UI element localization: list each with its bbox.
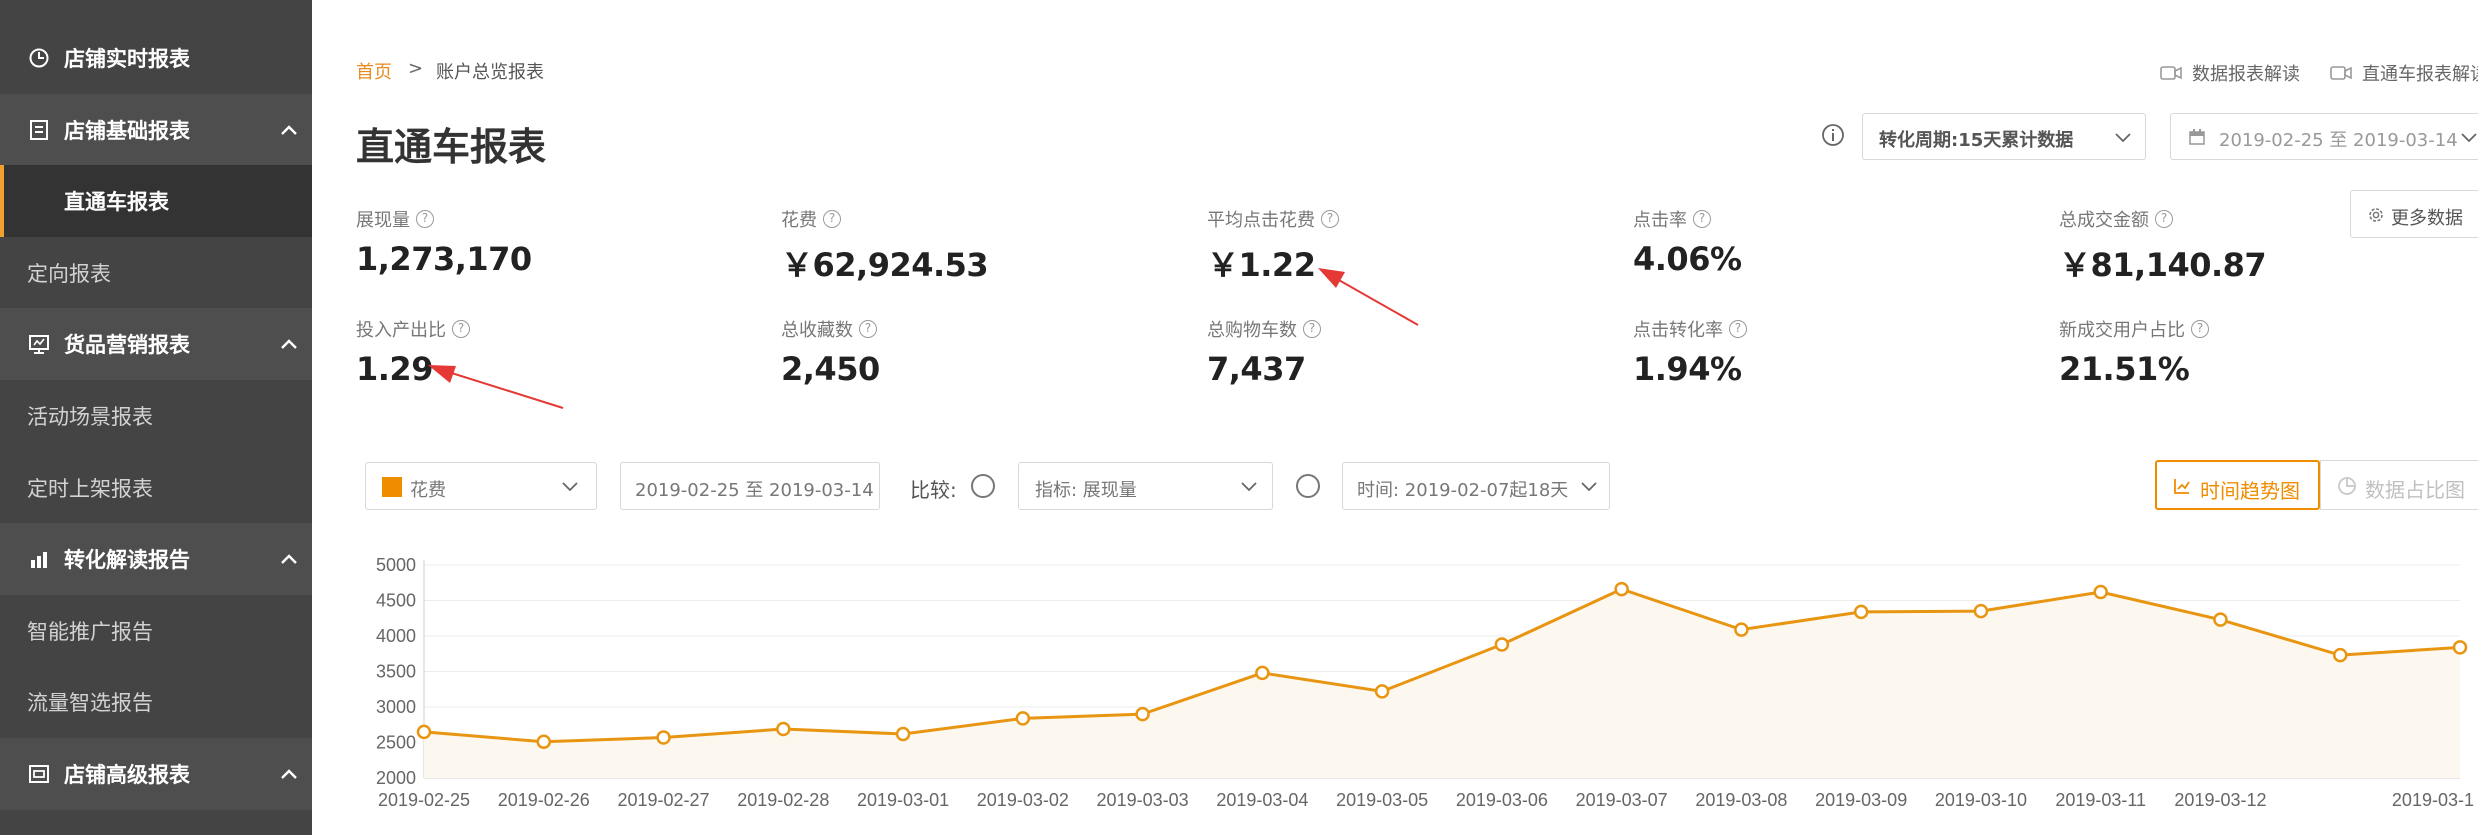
data-point [1614,581,1629,597]
series-area [424,589,2460,778]
y-tick-label: 4500 [376,591,416,611]
app-root: 店铺实时报表 店铺基础报表 直通车报表 定向报表 货品营销报表 活动场景报表 定时上架报表转… [0,0,2478,835]
y-tick-label: 3500 [376,662,416,682]
y-tick-label: 4000 [376,626,416,646]
y-tick-label: 5000 [376,555,416,575]
x-tick-label: 2019-03-02 [977,790,1069,810]
data-point [2452,640,2468,655]
data-point [416,724,432,740]
x-tick-label: 2019-02-26 [498,790,590,810]
x-tick-label: 2019-02-25 [378,790,470,810]
x-tick-label: 2019-03-07 [1576,790,1668,810]
data-point [1015,711,1031,726]
x-tick-label: 2019-03-08 [1695,790,1787,810]
data-point [2332,647,2348,663]
data-point [656,730,671,745]
x-tick-label: 2019-02-27 [617,790,709,810]
y-tick-label: 3000 [376,697,416,717]
x-tick-label: 2019-03-01 [857,790,949,810]
x-tick-label: 2019-03-06 [1456,790,1548,810]
data-point [1973,603,1989,619]
data-point [895,726,911,742]
y-tick-label: 2000 [376,768,416,788]
x-tick-label: 2019-03-09 [1815,790,1907,810]
x-tick-label: 2019-03-10 [1935,790,2027,810]
data-point [776,721,791,737]
trend-chart: 2000 2500 3000 3500 4000 4500 5000 2019-02-25 20… [376,555,2474,810]
data-point [1374,684,1390,699]
data-point [1135,706,1150,722]
x-tick-label: 2019-02-28 [737,790,829,810]
x-tick-label: 2019-03-05 [1336,790,1428,810]
x-tick-label: 2019-03-03 [1097,790,1189,810]
x-tick-label: 2019-03-12 [2174,790,2266,810]
data-point [1255,665,1270,681]
data-point [1494,637,1510,652]
data-point [1734,622,1749,637]
x-tick-label: 2019-03-04 [1216,790,1308,810]
y-tick-label: 2500 [376,733,416,753]
data-point [2093,584,2108,600]
x-tick-label: 2019-03-1 [2392,790,2474,810]
data-point [536,734,552,750]
data-point [1853,604,1869,620]
x-tick-label: 2019-03-11 [2055,790,2146,810]
data-point [2213,612,2228,627]
